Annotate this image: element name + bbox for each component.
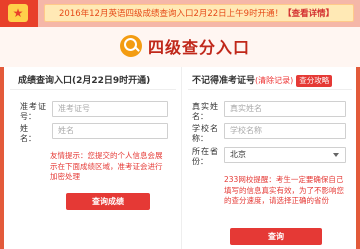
page-title: 四级查分入口 [148, 38, 251, 57]
reminder-tip: 233网校提醒：考生一定要确保自己填写的信息真实有效，为了不影响您的查分速度，请… [224, 175, 344, 205]
chevron-down-icon [333, 153, 339, 157]
divider [10, 89, 176, 90]
promo-badge: ★ [0, 0, 38, 27]
real-name-label: 真实姓名： [192, 102, 218, 121]
forgot-ticket-label: 不记得准考证号 [192, 76, 256, 86]
star-icon: ★ [8, 4, 28, 22]
score-guide-button[interactable]: 查分攻略 [296, 75, 333, 87]
real-name-input[interactable]: 真实姓名 [224, 101, 346, 117]
query-score-button[interactable]: 查询成绩 [66, 193, 150, 210]
score-query-panel: 成绩查询入口(2月22日9时开通) 准考证号： 准考证号 姓 名： 姓名 友情提… [0, 67, 180, 249]
notice-text: 2016年12月英语四级成绩查询入口2月22日上午9时开通！ [59, 9, 284, 19]
ticket-number-input[interactable]: 准考证号 [52, 101, 168, 117]
top-banner: ★ 2016年12月英语四级成绩查询入口2月22日上午9时开通！【查看详情】 [0, 0, 360, 27]
view-details-link[interactable]: 【查看详情】 [283, 9, 334, 19]
name-input[interactable]: 姓名 [52, 123, 168, 139]
province-label: 所在省份： [192, 147, 218, 166]
query-button[interactable]: 查询 [230, 228, 322, 245]
school-label: 学校名称： [192, 124, 218, 143]
province-value: 北京 [230, 150, 246, 159]
divider [188, 89, 352, 90]
forgot-ticket-panel: 不记得准考证号(清除记录) 查分攻略 真实姓名： 真实姓名 学校名称： 学校名称 … [181, 67, 360, 249]
search-icon [120, 35, 142, 57]
friendly-tip: 友情提示：您提交的个人信息会展示在下面成绩区域，准考证会进行加密处理 [50, 151, 163, 181]
ticket-label: 准考证号： [20, 102, 46, 121]
score-query-title: 成绩查询入口(2月22日9时开通) [18, 76, 151, 86]
name-label: 姓 名： [20, 124, 36, 143]
clear-records-link[interactable]: (清除记录) [255, 76, 293, 85]
page-header: 四级查分入口 [0, 27, 360, 67]
province-select[interactable]: 北京 [224, 147, 346, 163]
school-input[interactable]: 学校名称 [224, 123, 346, 139]
forgot-ticket-title: 不记得准考证号(清除记录) 查分攻略 [192, 73, 333, 87]
notice-bar: 2016年12月英语四级成绩查询入口2月22日上午9时开通！【查看详情】 [44, 4, 354, 22]
